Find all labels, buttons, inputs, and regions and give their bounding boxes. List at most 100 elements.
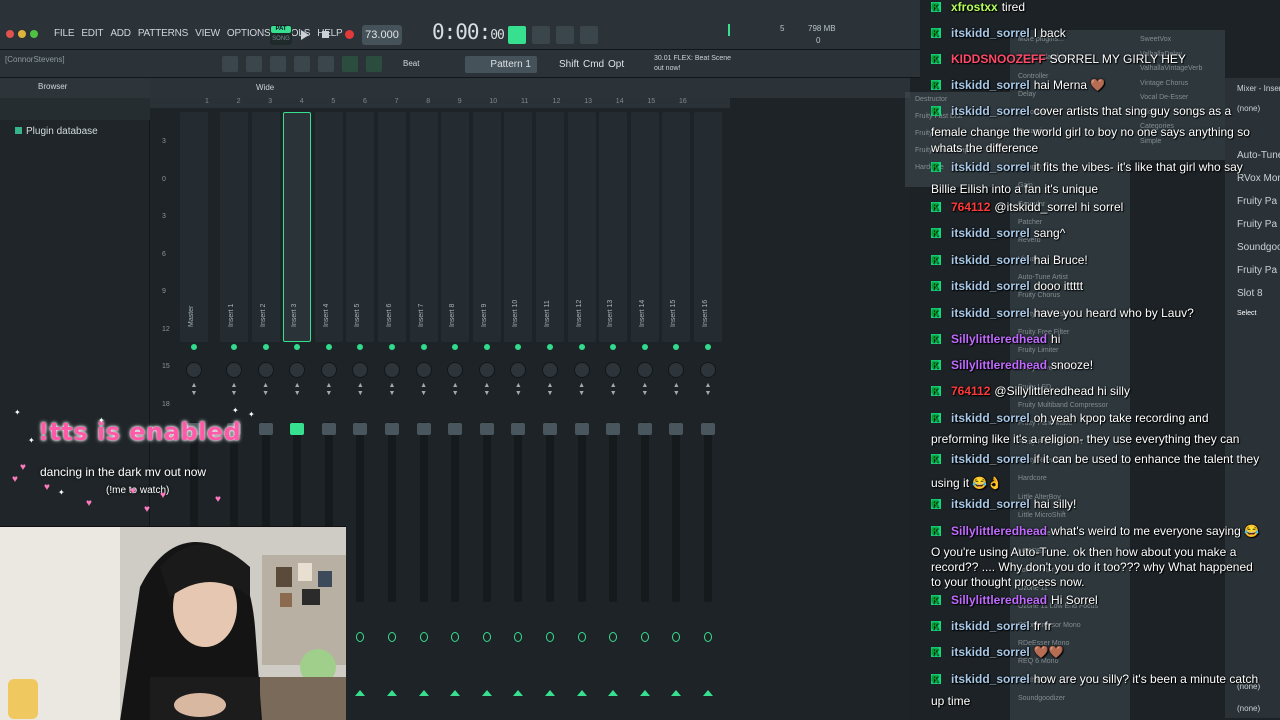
- mixer-strip[interactable]: Insert 14 ▲ ▼: [630, 112, 659, 716]
- strip-fader-cap[interactable]: [669, 423, 684, 435]
- chat-username[interactable]: KIDDSNOOZEFF: [951, 52, 1046, 66]
- chat-username[interactable]: itskidd_sorrel: [951, 226, 1030, 240]
- strip-pan-knob[interactable]: [186, 362, 202, 378]
- metronome-icon[interactable]: [508, 26, 526, 44]
- strip-fader-cap[interactable]: [574, 423, 589, 435]
- strip-fader-cap[interactable]: [321, 423, 336, 435]
- shift-button[interactable]: Shift: [559, 59, 579, 70]
- strip-mute-led[interactable]: [483, 344, 490, 350]
- strip-route-arrow[interactable]: [671, 690, 682, 696]
- strip-mute-led[interactable]: [420, 344, 427, 350]
- mixer-strip[interactable]: Insert 11 ▲ ▼: [536, 112, 564, 716]
- chat-username[interactable]: xfrostxx: [951, 0, 998, 14]
- chat-username[interactable]: itskidd_sorrel: [951, 253, 1030, 267]
- strip-fader-cap[interactable]: [385, 423, 399, 435]
- chat-username[interactable]: itskidd_sorrel: [951, 279, 1030, 293]
- strip-route-arrow[interactable]: [545, 690, 555, 696]
- strip-stereo-arrows[interactable]: ▲ ▼: [672, 382, 680, 410]
- plugin-database-item[interactable]: Plugin database: [15, 126, 98, 137]
- chat-username[interactable]: 764112: [951, 384, 990, 398]
- chat-username[interactable]: Sillylittleredhead: [951, 332, 1047, 346]
- chat-username[interactable]: Sillylittleredhead: [951, 593, 1047, 607]
- news-ticker[interactable]: 30.01 FLEX: Beat Scene out now!: [654, 54, 731, 74]
- mixer-strip[interactable]: Insert 10 ▲ ▼: [504, 112, 533, 716]
- strip-route-arrow[interactable]: [608, 690, 619, 696]
- strip-route-arrow[interactable]: [481, 690, 492, 696]
- strip-fader-cap[interactable]: [258, 423, 273, 435]
- strip-mute-led[interactable]: [389, 344, 395, 350]
- strip-fader-cap[interactable]: [606, 423, 621, 435]
- chat-username[interactable]: Sillylittleredhead: [951, 358, 1047, 372]
- mixer-strip[interactable]: Insert 12 ▲ ▼: [567, 112, 596, 716]
- strip-route-arrow[interactable]: [418, 690, 429, 696]
- mixer-strip[interactable]: Insert 15 ▲ ▼: [662, 112, 691, 716]
- strip-route-arrow[interactable]: [355, 690, 366, 696]
- strip-pan-knob[interactable]: [573, 362, 590, 378]
- zoom-window-button[interactable]: [30, 30, 38, 38]
- strip-stereo-arrows[interactable]: ▲ ▼: [546, 382, 554, 410]
- strip-volume-fader[interactable]: [482, 422, 491, 602]
- strip-fader-cap[interactable]: [353, 423, 368, 435]
- strip-volume-fader[interactable]: [451, 422, 460, 602]
- strip-fx-slot[interactable]: [704, 632, 712, 642]
- menu-file[interactable]: FILE: [54, 28, 75, 39]
- strip-route-arrow[interactable]: [576, 690, 587, 696]
- strip-route-arrow[interactable]: [387, 690, 397, 696]
- strip-mute-led[interactable]: [262, 344, 269, 350]
- strip-fx-slot[interactable]: [388, 632, 396, 642]
- chat-username[interactable]: Sillylittleredhead: [951, 524, 1047, 538]
- chat-username[interactable]: itskidd_sorrel: [951, 411, 1030, 425]
- strip-volume-fader[interactable]: [356, 422, 365, 602]
- menu-add[interactable]: ADD: [110, 28, 131, 39]
- strip-fader-cap[interactable]: [701, 423, 715, 435]
- microphone-icon[interactable]: [366, 56, 382, 72]
- strip-volume-fader[interactable]: [672, 422, 681, 602]
- strip-mute-led[interactable]: [294, 344, 301, 350]
- strip-pan-knob[interactable]: [636, 362, 653, 378]
- loop-record-icon[interactable]: [556, 26, 574, 44]
- step-edit-icon[interactable]: [580, 26, 598, 44]
- strip-stereo-arrows[interactable]: ▲ ▼: [388, 382, 396, 410]
- strip-stereo-arrows[interactable]: ▲ ▼: [420, 382, 428, 410]
- strip-stereo-arrows[interactable]: ▲ ▼: [356, 382, 364, 410]
- strip-volume-fader[interactable]: [577, 422, 586, 602]
- strip-fx-slot[interactable]: [577, 632, 586, 642]
- strip-stereo-arrows[interactable]: ▲ ▼: [641, 382, 649, 410]
- strip-mute-led[interactable]: [641, 344, 648, 350]
- strip-volume-fader[interactable]: [609, 422, 618, 602]
- strip-mute-led[interactable]: [452, 344, 459, 350]
- strip-pan-knob[interactable]: [289, 362, 306, 378]
- chat-username[interactable]: itskidd_sorrel: [951, 645, 1030, 659]
- strip-fx-slot[interactable]: [672, 632, 681, 642]
- strip-pan-knob[interactable]: [478, 362, 495, 378]
- strip-mute-led[interactable]: [673, 344, 680, 350]
- strip-stereo-arrows[interactable]: ▲ ▼: [609, 382, 617, 410]
- strip-volume-fader[interactable]: [704, 422, 712, 602]
- play-button[interactable]: [298, 28, 312, 42]
- chat-username[interactable]: itskidd_sorrel: [951, 619, 1030, 633]
- strip-stereo-arrows[interactable]: ▲ ▼: [293, 382, 301, 410]
- chat-username[interactable]: itskidd_sorrel: [951, 104, 1030, 118]
- strip-pan-knob[interactable]: [668, 362, 685, 378]
- strip-pan-knob[interactable]: [700, 362, 716, 378]
- strip-fader-cap[interactable]: [479, 423, 494, 435]
- mixer-wide-label[interactable]: Wide: [256, 83, 274, 92]
- strip-fader-cap[interactable]: [448, 423, 463, 435]
- strip-fx-slot[interactable]: [419, 632, 428, 642]
- strip-pan-knob[interactable]: [384, 362, 400, 378]
- chat-username[interactable]: itskidd_sorrel: [951, 452, 1030, 466]
- strip-route-arrow[interactable]: [450, 690, 461, 696]
- chat-username[interactable]: itskidd_sorrel: [951, 497, 1030, 511]
- strip-pan-knob[interactable]: [415, 362, 432, 378]
- channel-rack-icon[interactable]: [270, 56, 286, 72]
- strip-stereo-arrows[interactable]: ▲ ▼: [451, 382, 459, 410]
- menu-edit[interactable]: EDIT: [81, 28, 103, 39]
- menu-patterns[interactable]: PATTERNS: [138, 28, 188, 39]
- strip-stereo-arrows[interactable]: ▲ ▼: [578, 382, 586, 410]
- chat-username[interactable]: itskidd_sorrel: [951, 160, 1030, 174]
- strip-fx-slot[interactable]: [514, 632, 523, 642]
- mixer-strip[interactable]: Insert 9 ▲ ▼: [472, 112, 501, 716]
- cmd-button[interactable]: Cmd: [583, 59, 604, 70]
- strip-stereo-arrows[interactable]: ▲ ▼: [514, 382, 522, 410]
- mixer-strip[interactable]: Insert 5 ▲ ▼: [346, 112, 375, 716]
